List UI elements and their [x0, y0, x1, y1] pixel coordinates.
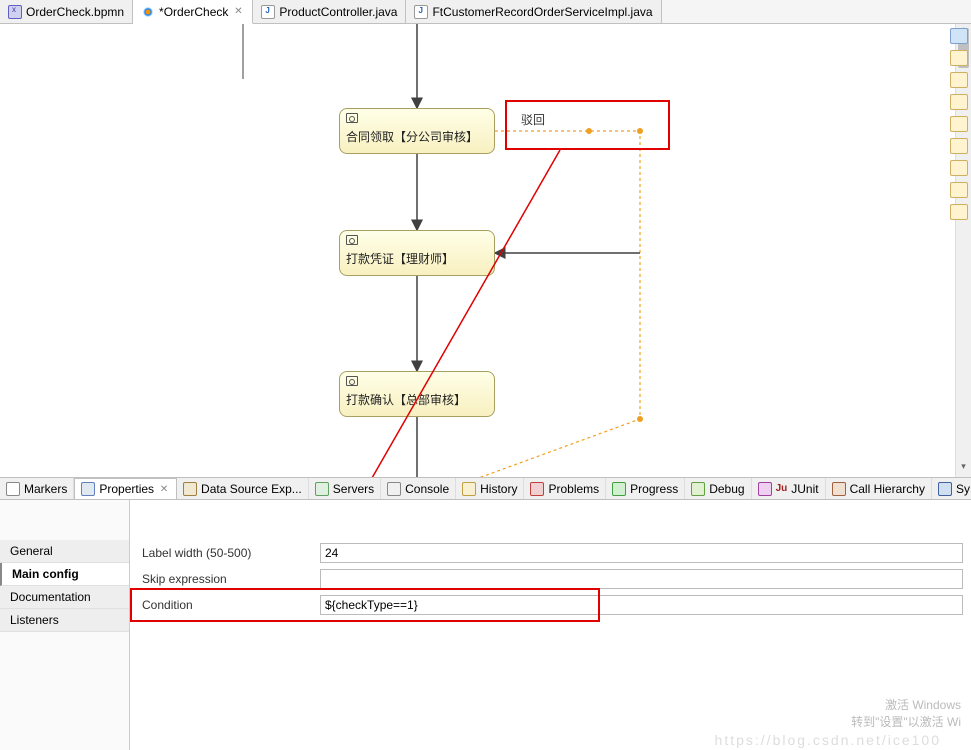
- field-row-skip-expression: Skip expression: [130, 566, 971, 592]
- user-task-icon: [346, 376, 358, 386]
- tab-label: FtCustomerRecordOrderServiceImpl.java: [432, 5, 652, 19]
- palette-item[interactable]: [950, 182, 968, 198]
- tab-label: Debug: [709, 482, 744, 496]
- palette-item[interactable]: [950, 160, 968, 176]
- history-icon: [462, 482, 476, 496]
- view-tab-bar: Markers Properties ✕ Data Source Exp... S…: [0, 478, 971, 500]
- tab-label: OrderCheck.bpmn: [26, 5, 124, 19]
- properties-side-tabs: General Main config Documentation Listen…: [0, 500, 130, 750]
- palette-item[interactable]: [950, 50, 968, 66]
- markers-icon: [6, 482, 20, 496]
- side-tab-main-config[interactable]: Main config: [0, 563, 129, 586]
- tab-ordercheck-bpmn[interactable]: OrderCheck.bpmn: [0, 0, 133, 23]
- diagram-canvas[interactable]: 合同领取【分公司审核】 打款凭证【理财师】 打款确认【总部审核】 驳回 驳回: [0, 24, 971, 477]
- palette-item[interactable]: [950, 72, 968, 88]
- task-payment-confirm[interactable]: 打款确认【总部审核】: [339, 371, 495, 417]
- tab-label: Console: [405, 482, 449, 496]
- tab-label: Data Source Exp...: [201, 482, 302, 496]
- skip-expression-input[interactable]: [320, 569, 963, 589]
- palette-item[interactable]: [950, 28, 968, 44]
- field-label: Skip expression: [130, 572, 320, 586]
- tab-label: Properties: [99, 482, 154, 496]
- tab-servers[interactable]: Servers: [309, 478, 381, 499]
- tab-label: Call Hierarchy: [850, 482, 925, 496]
- tab-datasource[interactable]: Data Source Exp...: [177, 478, 309, 499]
- tab-label: Sy: [956, 482, 970, 496]
- java-file-icon: [414, 5, 428, 19]
- tab-label: Markers: [24, 482, 67, 496]
- tab-problems[interactable]: Problems: [524, 478, 606, 499]
- tab-progress[interactable]: Progress: [606, 478, 685, 499]
- junit-icon: [758, 482, 772, 496]
- tab-label: JUnit: [791, 482, 818, 496]
- side-tab-listeners[interactable]: Listeners: [0, 609, 129, 632]
- tab-label: *OrderCheck: [159, 5, 228, 19]
- tab-label: Problems: [548, 482, 599, 496]
- properties-fields: Label width (50-500) Skip expression Con…: [130, 500, 971, 750]
- properties-panel: General Main config Documentation Listen…: [0, 500, 971, 750]
- problems-icon: [530, 482, 544, 496]
- palette-item[interactable]: [950, 116, 968, 132]
- field-label: Label width (50-500): [130, 546, 320, 560]
- palette-item[interactable]: [950, 94, 968, 110]
- field-label: Condition: [130, 598, 320, 612]
- task-contract-receive[interactable]: 合同领取【分公司审核】: [339, 108, 495, 154]
- tab-properties[interactable]: Properties ✕: [74, 478, 177, 499]
- debug-icon: [691, 482, 705, 496]
- tab-call-hierarchy[interactable]: Call Hierarchy: [826, 478, 932, 499]
- diagram-canvas-wrap: 合同领取【分公司审核】 打款凭证【理财师】 打款确认【总部审核】 驳回 驳回 ▴…: [0, 24, 971, 478]
- tab-junit[interactable]: JuJUnit: [752, 478, 826, 499]
- progress-icon: [612, 482, 626, 496]
- properties-icon: [81, 482, 95, 496]
- label-width-input[interactable]: [320, 543, 963, 563]
- side-tab-documentation[interactable]: Documentation: [0, 586, 129, 609]
- side-tab-general[interactable]: General: [0, 540, 129, 563]
- tab-label: Servers: [333, 482, 374, 496]
- tool-palette: [947, 24, 971, 478]
- task-label: 打款确认【总部审核】: [346, 391, 488, 408]
- console-icon: [387, 482, 401, 496]
- tab-productcontroller[interactable]: ProductController.java: [253, 0, 406, 23]
- close-icon[interactable]: ✕: [158, 483, 170, 495]
- field-row-label-width: Label width (50-500): [130, 540, 971, 566]
- tab-console[interactable]: Console: [381, 478, 456, 499]
- tab-label: ProductController.java: [279, 5, 397, 19]
- editor-tab-bar: OrderCheck.bpmn *OrderCheck ✕ ProductCon…: [0, 0, 971, 24]
- palette-item[interactable]: [950, 138, 968, 154]
- tab-sync[interactable]: Sy: [932, 478, 971, 499]
- task-payment-voucher[interactable]: 打款凭证【理财师】: [339, 230, 495, 276]
- sync-icon: [938, 482, 952, 496]
- datasource-icon: [183, 482, 197, 496]
- servers-icon: [315, 482, 329, 496]
- tab-label: Progress: [630, 482, 678, 496]
- java-file-icon: [261, 5, 275, 19]
- tab-ordercheck-diagram[interactable]: *OrderCheck ✕: [133, 0, 253, 24]
- tab-debug[interactable]: Debug: [685, 478, 751, 499]
- tab-label: History: [480, 482, 517, 496]
- call-hierarchy-icon: [832, 482, 846, 496]
- task-label: 合同领取【分公司审核】: [346, 128, 488, 145]
- condition-input[interactable]: [320, 595, 963, 615]
- flow-label-reject: 驳回: [521, 111, 545, 128]
- palette-item[interactable]: [950, 204, 968, 220]
- task-label: 打款凭证【理财师】: [346, 250, 488, 267]
- tab-history[interactable]: History: [456, 478, 524, 499]
- tab-markers[interactable]: Markers: [0, 478, 74, 499]
- close-icon[interactable]: ✕: [232, 6, 244, 18]
- field-row-condition: Condition: [130, 592, 971, 618]
- user-task-icon: [346, 235, 358, 245]
- tab-ftcustomerrecord[interactable]: FtCustomerRecordOrderServiceImpl.java: [406, 0, 661, 23]
- xml-file-icon: [8, 5, 22, 19]
- junit-prefix: Ju: [776, 483, 788, 494]
- diagram-file-icon: [141, 5, 155, 19]
- user-task-icon: [346, 113, 358, 123]
